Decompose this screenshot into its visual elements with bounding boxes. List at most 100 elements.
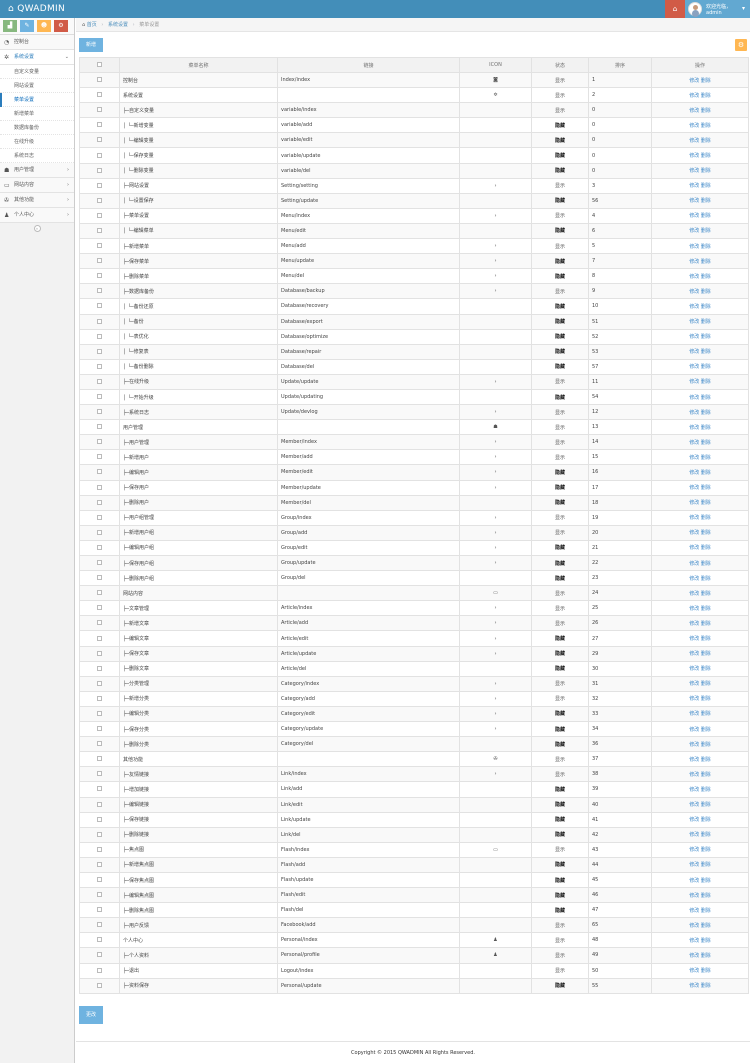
row-select[interactable]	[79, 328, 120, 345]
row-select[interactable]	[79, 826, 120, 843]
delete-link[interactable]: 删除	[701, 334, 711, 340]
row-select[interactable]	[79, 887, 120, 904]
row-select[interactable]	[79, 751, 120, 768]
row-select[interactable]	[79, 585, 120, 602]
row-checkbox[interactable]	[97, 861, 102, 867]
delete-link[interactable]: 删除	[701, 636, 711, 642]
edit-link[interactable]: 修改	[689, 847, 699, 853]
row-select[interactable]	[79, 721, 120, 738]
delete-link[interactable]: 删除	[701, 787, 711, 793]
sidebar-item-2[interactable]: ☗ 用户管理 ›	[0, 163, 74, 178]
row-select[interactable]	[79, 947, 120, 964]
row-select[interactable]	[79, 932, 120, 949]
settings-button[interactable]: ⚙	[734, 38, 748, 52]
delete-link[interactable]: 删除	[701, 244, 711, 250]
sidebar-subitem-0[interactable]: 自定义变量	[0, 65, 74, 79]
edit-link[interactable]: 修改	[689, 425, 699, 431]
row-select[interactable]	[79, 902, 120, 919]
edit-link[interactable]: 修改	[689, 123, 699, 129]
delete-link[interactable]: 删除	[701, 274, 711, 280]
row-select[interactable]	[79, 494, 120, 511]
edit-link[interactable]: 修改	[689, 500, 699, 506]
delete-link[interactable]: 删除	[701, 123, 711, 129]
delete-link[interactable]: 删除	[701, 470, 711, 476]
delete-link[interactable]: 删除	[701, 681, 711, 687]
row-select[interactable]	[79, 253, 120, 270]
edit-link[interactable]: 修改	[689, 153, 699, 159]
edit-link[interactable]: 修改	[689, 274, 699, 280]
row-checkbox[interactable]	[97, 892, 102, 898]
row-select[interactable]	[79, 841, 120, 858]
delete-link[interactable]: 删除	[701, 923, 711, 929]
row-checkbox[interactable]	[97, 137, 102, 143]
row-checkbox[interactable]	[97, 786, 102, 792]
edit-link[interactable]: 修改	[689, 591, 699, 597]
row-select[interactable]	[79, 419, 120, 436]
row-select[interactable]	[79, 479, 120, 496]
edit-link[interactable]: 修改	[689, 621, 699, 627]
row-select[interactable]	[79, 781, 120, 798]
row-checkbox[interactable]	[97, 303, 102, 309]
delete-link[interactable]: 删除	[701, 289, 711, 295]
row-checkbox[interactable]	[97, 695, 102, 701]
delete-link[interactable]: 删除	[701, 153, 711, 159]
edit-link[interactable]: 修改	[689, 606, 699, 612]
delete-link[interactable]: 删除	[701, 500, 711, 506]
edit-link[interactable]: 修改	[689, 893, 699, 899]
row-checkbox[interactable]	[97, 378, 102, 384]
edit-link[interactable]: 修改	[689, 711, 699, 717]
edit-link[interactable]: 修改	[689, 576, 699, 582]
row-checkbox[interactable]	[97, 77, 102, 83]
row-select[interactable]	[79, 373, 120, 390]
row-checkbox[interactable]	[97, 167, 102, 173]
row-select[interactable]	[79, 298, 120, 315]
edit-link[interactable]: 修改	[689, 198, 699, 204]
row-checkbox[interactable]	[97, 243, 102, 249]
sidebar-subitem-5[interactable]: 在线升级	[0, 135, 74, 149]
row-checkbox[interactable]	[97, 771, 102, 777]
home-button[interactable]: ⌂	[665, 0, 685, 18]
sidebar-collapse-button[interactable]: «	[0, 223, 74, 234]
sidebar-item-1[interactable]: ✲ 系统设置 ⌄	[0, 50, 74, 65]
edit-link[interactable]: 修改	[689, 213, 699, 219]
row-checkbox[interactable]	[97, 499, 102, 505]
delete-link[interactable]: 删除	[701, 379, 711, 385]
delete-link[interactable]: 删除	[701, 938, 711, 944]
shortcut-group-button[interactable]: ☻	[37, 20, 51, 32]
delete-link[interactable]: 删除	[701, 606, 711, 612]
delete-link[interactable]: 删除	[701, 395, 711, 401]
row-checkbox[interactable]	[97, 620, 102, 626]
add-menu-button[interactable]: 新增	[79, 38, 103, 52]
row-checkbox[interactable]	[97, 484, 102, 490]
delete-link[interactable]: 删除	[701, 711, 711, 717]
row-checkbox[interactable]	[97, 424, 102, 430]
shortcut-edit-button[interactable]: ✎	[20, 20, 34, 32]
row-select[interactable]	[79, 147, 120, 164]
header-select-all[interactable]	[79, 57, 120, 73]
delete-link[interactable]: 删除	[701, 893, 711, 899]
row-select[interactable]	[79, 449, 120, 466]
row-select[interactable]	[79, 600, 120, 617]
edit-link[interactable]: 修改	[689, 772, 699, 778]
delete-link[interactable]: 删除	[701, 968, 711, 974]
row-select[interactable]	[79, 811, 120, 828]
row-checkbox[interactable]	[97, 197, 102, 203]
row-select[interactable]	[79, 222, 120, 240]
sidebar-subitem-6[interactable]: 系统日志	[0, 149, 74, 163]
row-checkbox[interactable]	[97, 575, 102, 581]
delete-link[interactable]: 删除	[701, 696, 711, 702]
edit-link[interactable]: 修改	[689, 681, 699, 687]
delete-link[interactable]: 删除	[701, 228, 711, 234]
row-select[interactable]	[79, 736, 120, 753]
sidebar-subitem-4[interactable]: 数据库备份	[0, 121, 74, 135]
delete-link[interactable]: 删除	[701, 138, 711, 144]
edit-link[interactable]: 修改	[689, 878, 699, 884]
row-checkbox[interactable]	[97, 846, 102, 852]
row-checkbox[interactable]	[97, 590, 102, 596]
delete-link[interactable]: 删除	[701, 862, 711, 868]
delete-link[interactable]: 删除	[701, 847, 711, 853]
delete-link[interactable]: 删除	[701, 259, 711, 265]
row-select[interactable]	[79, 539, 120, 557]
row-checkbox[interactable]	[97, 394, 102, 400]
delete-link[interactable]: 删除	[701, 319, 711, 325]
